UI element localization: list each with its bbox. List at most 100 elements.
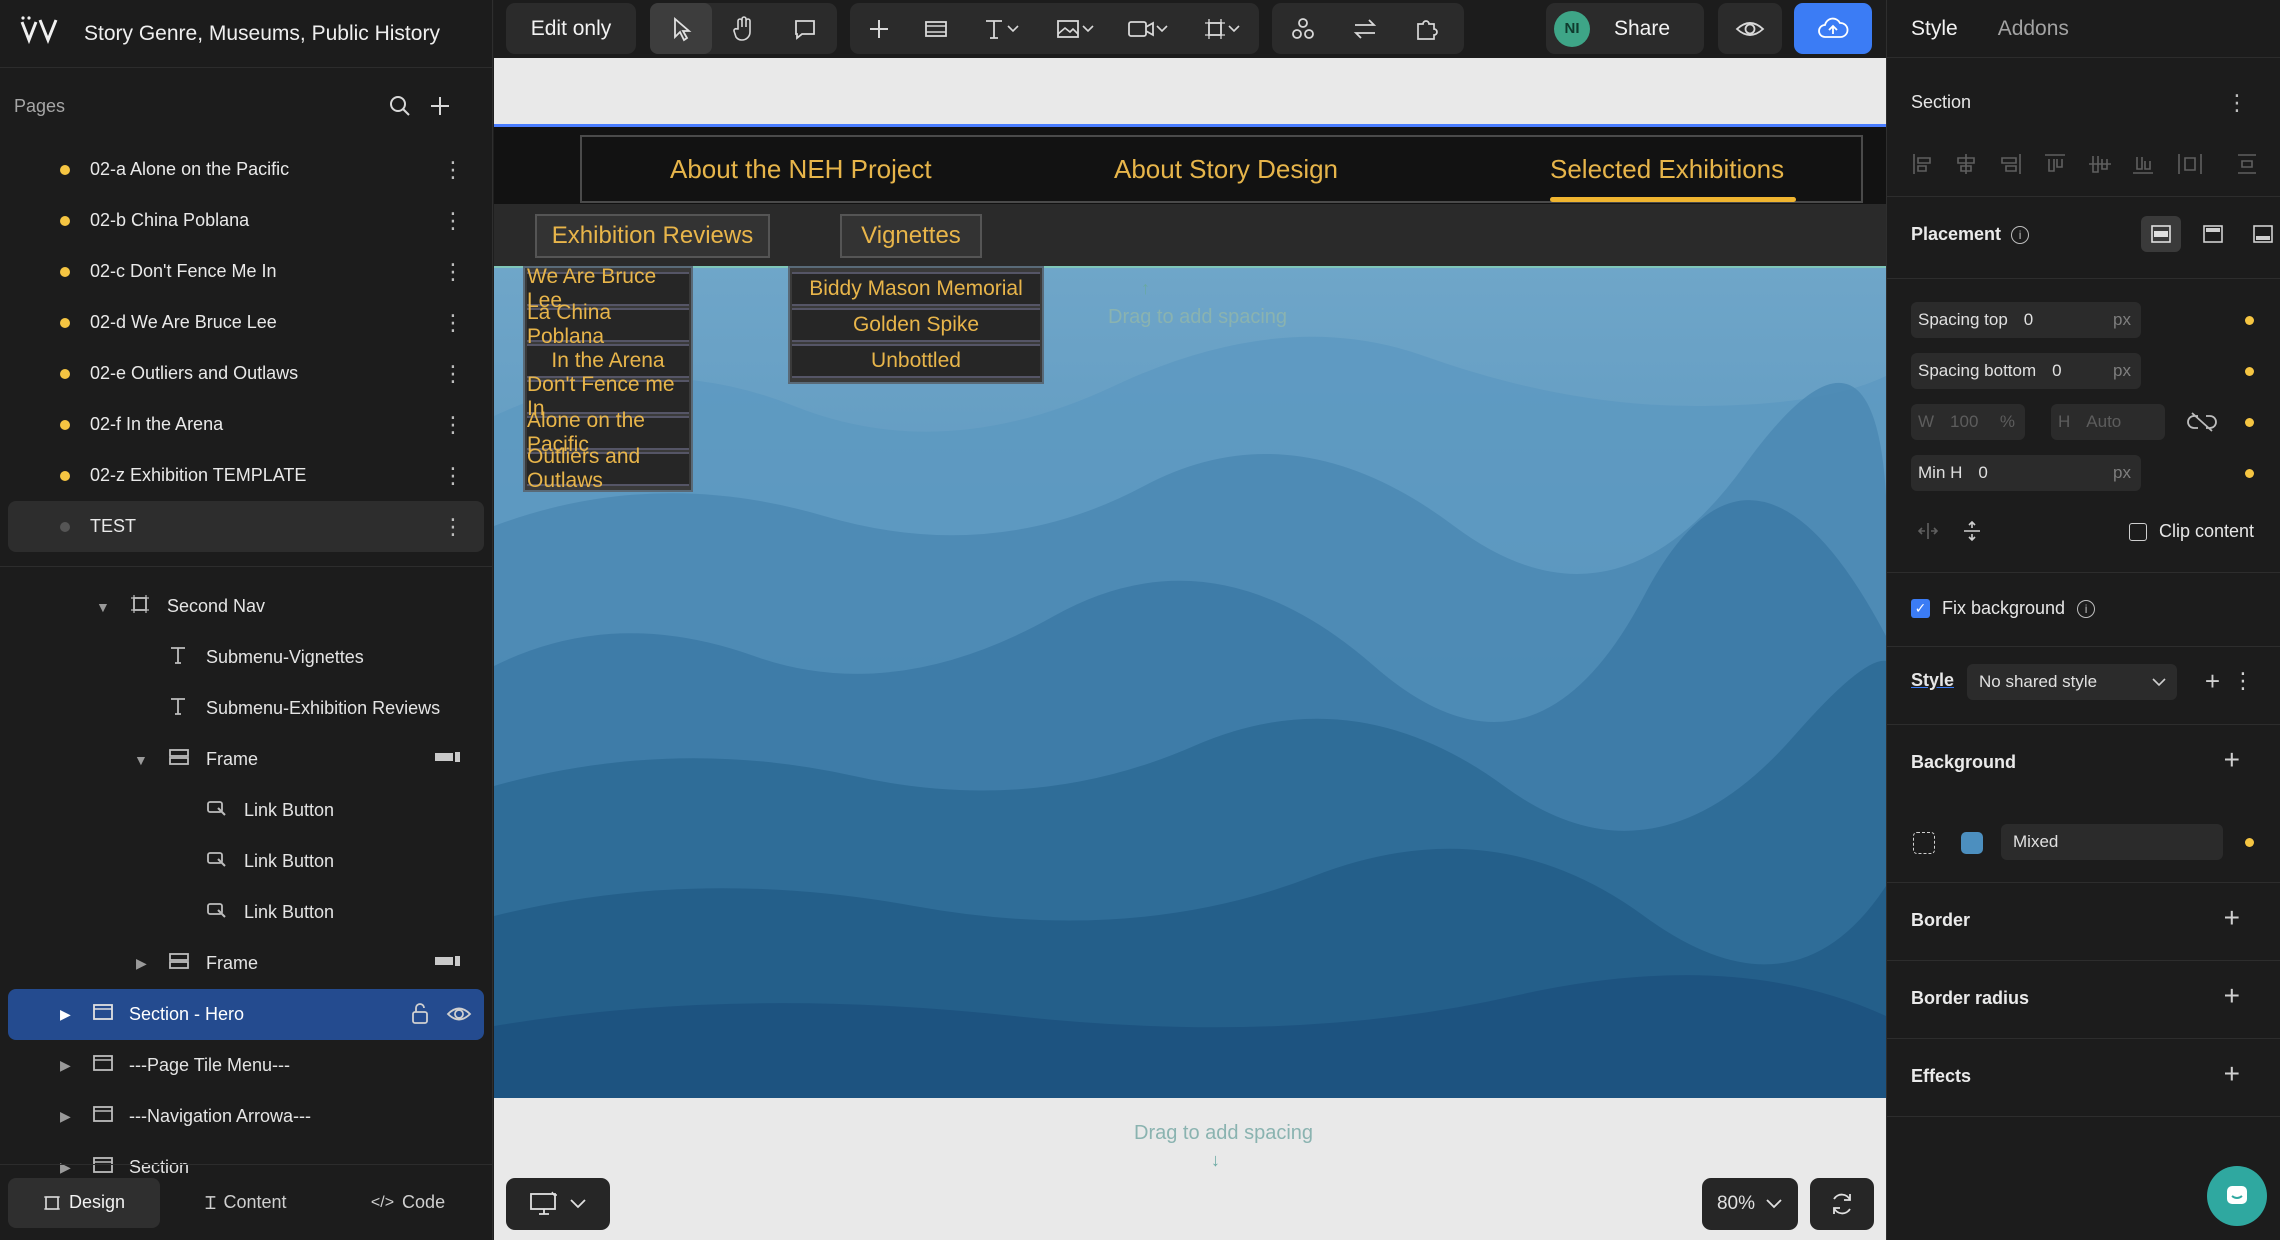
design-canvas[interactable]: About the NEH Project About Story Design… bbox=[494, 58, 1886, 1240]
placement-full-button[interactable] bbox=[2141, 216, 2181, 252]
layer-link-button[interactable]: Link Button bbox=[8, 836, 484, 887]
caret-right-icon[interactable]: ▶ bbox=[60, 1108, 71, 1125]
layer-frame[interactable]: ▶ Frame bbox=[8, 938, 484, 989]
hand-tool-button[interactable] bbox=[712, 3, 774, 54]
min-height-field[interactable]: Min H 0 px bbox=[1911, 455, 2141, 491]
preview-button[interactable] bbox=[1718, 3, 1782, 54]
link-button[interactable]: Unbottled bbox=[792, 344, 1040, 378]
more-options-icon[interactable]: ⋮ bbox=[442, 463, 464, 489]
nav-link-story-design[interactable]: About Story Design bbox=[1114, 154, 1338, 185]
tab-addons[interactable]: Addons bbox=[1998, 17, 2069, 41]
more-options-icon[interactable]: ⋮ bbox=[442, 310, 464, 336]
caret-right-icon[interactable]: ▶ bbox=[60, 1006, 71, 1023]
caret-right-icon[interactable]: ▶ bbox=[136, 955, 147, 972]
swap-button[interactable] bbox=[1334, 3, 1396, 54]
layer-frame[interactable]: ▼ Frame bbox=[8, 734, 484, 785]
submenu-exhibition-reviews[interactable]: Exhibition Reviews bbox=[535, 214, 770, 258]
avatar[interactable]: NI bbox=[1554, 10, 1590, 47]
placement-bottom-button[interactable] bbox=[2243, 216, 2280, 252]
add-page-icon[interactable] bbox=[428, 94, 452, 123]
link-button[interactable]: Outliers and Outlaws bbox=[527, 445, 689, 492]
image-tool-button[interactable] bbox=[1038, 3, 1112, 54]
link-button[interactable]: La China Poblana bbox=[527, 301, 689, 348]
more-options-icon[interactable]: ⋮ bbox=[442, 514, 464, 540]
tab-style[interactable]: Style bbox=[1911, 17, 1958, 41]
height-field[interactable]: H Auto bbox=[2051, 404, 2165, 440]
add-element-button[interactable] bbox=[850, 3, 907, 54]
add-style-icon[interactable]: + bbox=[2205, 666, 2220, 697]
more-options-icon[interactable]: ⋮ bbox=[442, 208, 464, 234]
comment-tool-button[interactable] bbox=[774, 3, 836, 54]
section-hero[interactable]: ↑ Drag to add spacing bbox=[494, 266, 1886, 1098]
more-options-icon[interactable]: ⋮ bbox=[442, 361, 464, 387]
more-options-icon[interactable]: ⋮ bbox=[442, 259, 464, 285]
layer-link-button[interactable]: Link Button bbox=[8, 887, 484, 938]
project-title[interactable]: Story Genre, Museums, Public History bbox=[84, 22, 440, 46]
layer-submenu-exhibition-reviews[interactable]: Submenu-Exhibition Reviews bbox=[8, 683, 484, 734]
zoom-dropdown[interactable]: 80% bbox=[1702, 1178, 1798, 1230]
search-icon[interactable] bbox=[388, 94, 412, 123]
page-item[interactable]: 02-f In the Arena ⋮ bbox=[8, 399, 484, 450]
drag-spacing-hint-top[interactable]: Drag to add spacing bbox=[1108, 306, 1287, 329]
share-group[interactable]: NI Share bbox=[1546, 3, 1704, 54]
layer-section-hero[interactable]: ▶ Section - Hero bbox=[8, 989, 484, 1040]
layer-page-tile-menu[interactable]: ▶ ---Page Tile Menu--- bbox=[8, 1040, 484, 1091]
placement-top-button[interactable] bbox=[2193, 216, 2233, 252]
video-tool-button[interactable] bbox=[1112, 3, 1186, 54]
section-tool-button[interactable] bbox=[907, 3, 964, 54]
fix-background-checkbox[interactable]: ✓ bbox=[1911, 599, 1930, 618]
more-options-icon[interactable]: ⋮ bbox=[442, 412, 464, 438]
select-tool-button[interactable] bbox=[650, 3, 712, 54]
breakpoint-dropdown[interactable] bbox=[506, 1178, 610, 1230]
page-item-active[interactable]: TEST ⋮ bbox=[8, 501, 484, 552]
page-item[interactable]: 02-b China Poblana ⋮ bbox=[8, 195, 484, 246]
layer-submenu-vignettes[interactable]: Submenu-Vignettes bbox=[8, 632, 484, 683]
caret-down-icon[interactable]: ▼ bbox=[134, 752, 148, 768]
unlink-icon[interactable] bbox=[2187, 410, 2217, 439]
info-icon[interactable]: i bbox=[2077, 599, 2096, 618]
layer-second-nav[interactable]: ▼ Second Nav bbox=[8, 581, 484, 632]
link-button[interactable]: Biddy Mason Memorial bbox=[792, 272, 1040, 306]
page-item[interactable]: 02-z Exhibition TEMPLATE ⋮ bbox=[8, 450, 484, 501]
more-options-icon[interactable]: ⋮ bbox=[442, 157, 464, 183]
publish-button[interactable] bbox=[1794, 3, 1872, 54]
link-button[interactable]: Golden Spike bbox=[792, 308, 1040, 342]
width-field[interactable]: W 100 % bbox=[1911, 404, 2025, 440]
chat-support-button[interactable] bbox=[2207, 1166, 2267, 1226]
refresh-button[interactable] bbox=[1810, 1178, 1874, 1230]
add-border-radius-icon[interactable]: + bbox=[2224, 980, 2240, 1012]
vertical-resize-icon[interactable] bbox=[1961, 520, 1983, 547]
more-options-icon[interactable]: ⋮ bbox=[2226, 90, 2248, 116]
background-toggle-icon[interactable] bbox=[1913, 832, 1935, 854]
background-swatch[interactable] bbox=[1961, 832, 1983, 854]
plugins-button[interactable] bbox=[1396, 3, 1458, 54]
caret-right-icon[interactable]: ▶ bbox=[60, 1057, 71, 1074]
nav-link-selected-exhibitions[interactable]: Selected Exhibitions bbox=[1550, 154, 1784, 185]
page-item[interactable]: 02-c Don't Fence Me In ⋮ bbox=[8, 246, 484, 297]
nav-link-neh-project[interactable]: About the NEH Project bbox=[670, 154, 932, 185]
text-tool-button[interactable] bbox=[964, 3, 1038, 54]
add-background-icon[interactable]: + bbox=[2224, 744, 2240, 776]
page-item[interactable]: 02-e Outliers and Outlaws ⋮ bbox=[8, 348, 484, 399]
layer-navigation-arrows[interactable]: ▶ ---Navigation Arrowa--- bbox=[8, 1091, 484, 1142]
submenu-vignettes[interactable]: Vignettes bbox=[840, 214, 982, 258]
tab-content[interactable]: Ɪ Content bbox=[170, 1178, 322, 1228]
drag-spacing-hint-bottom[interactable]: Drag to add spacing bbox=[1134, 1122, 1313, 1145]
eye-icon[interactable] bbox=[446, 1003, 472, 1030]
clip-content-checkbox[interactable] bbox=[2129, 522, 2147, 541]
frame-tool-button[interactable] bbox=[1185, 3, 1259, 54]
add-effect-icon[interactable]: + bbox=[2224, 1058, 2240, 1090]
caret-down-icon[interactable]: ▼ bbox=[96, 599, 110, 615]
tab-design[interactable]: Design bbox=[8, 1177, 160, 1228]
spacing-top-field[interactable]: Spacing top 0 px bbox=[1911, 302, 2141, 338]
page-item[interactable]: 02-d We Are Bruce Lee ⋮ bbox=[8, 297, 484, 348]
clip-content-row[interactable]: Clip content bbox=[2129, 521, 2260, 542]
app-logo[interactable] bbox=[20, 15, 80, 52]
more-options-icon[interactable]: ⋮ bbox=[2232, 668, 2254, 694]
components-button[interactable] bbox=[1272, 3, 1334, 54]
info-icon[interactable]: i bbox=[2011, 225, 2030, 244]
share-button-label[interactable]: Share bbox=[1590, 17, 1670, 41]
tab-code[interactable]: </> Code bbox=[332, 1178, 484, 1228]
background-value-field[interactable]: Mixed bbox=[2001, 824, 2223, 860]
layer-link-button[interactable]: Link Button bbox=[8, 785, 484, 836]
